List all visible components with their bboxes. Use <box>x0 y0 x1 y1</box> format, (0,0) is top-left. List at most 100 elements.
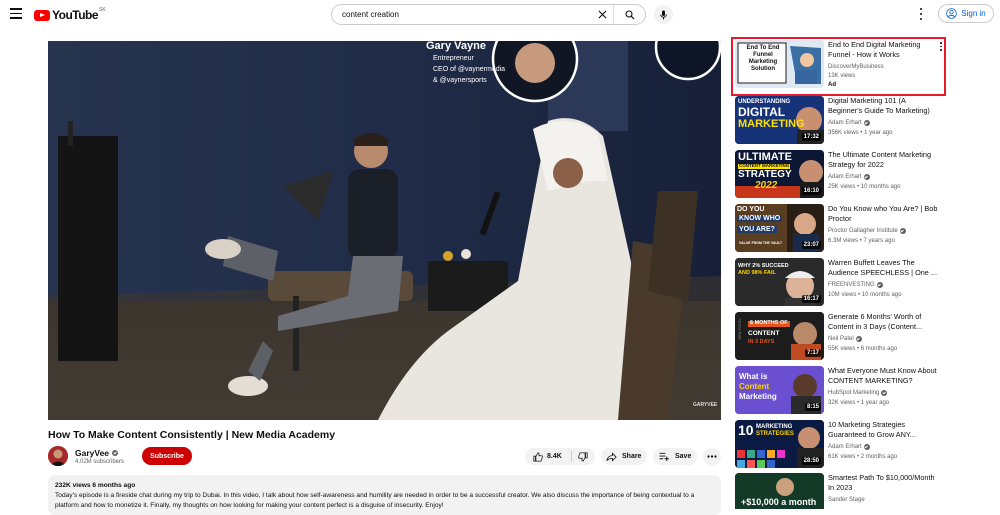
recommendation-channel-label: HubSpot Marketing <box>828 390 880 396</box>
recommendation-meta: 25K views • 10 months ago <box>828 184 901 190</box>
recommendation-thumbnail[interactable]: 10 MARKETING STRATEGIES 28:50 <box>735 420 824 468</box>
recommendation-meta: 356K views • 1 year ago <box>828 130 893 136</box>
subscriber-count: 4.02M subscribers <box>75 459 125 465</box>
recommendation-thumbnail[interactable]: What is Content Marketing 8:15 <box>735 366 824 414</box>
verified-icon <box>112 450 119 456</box>
thumbnail-text: CONTENT <box>748 330 780 337</box>
video-overlay-role-2: CEO of @vaynermedia <box>433 66 506 73</box>
video-overlay-role-1: Entrepreneur <box>433 55 474 62</box>
recommendation-title[interactable]: Smartest Path To $10,000/Month In 2023 <box>828 473 941 493</box>
channel-name-label: GaryVee <box>75 448 110 458</box>
guide-menu-icon[interactable] <box>10 8 22 20</box>
recommendation-title[interactable]: Digital Marketing 101 (A Beginner's Guid… <box>828 96 941 116</box>
recommendation-channel-label: Adam Erhart <box>828 444 862 450</box>
ad-thumbnail[interactable]: End To End Funnel Marketing Solution <box>735 40 824 88</box>
view-count-date: 232K views 6 months ago <box>55 482 136 489</box>
thumbnail-text: 2022 <box>755 180 778 191</box>
dislike-button[interactable] <box>572 451 594 462</box>
thumbnail-text: ULTIMATE <box>738 151 792 163</box>
ad-item: End To End Funnel Marketing Solution End… <box>735 40 945 88</box>
video-duration: 16:10 <box>801 187 821 195</box>
thumbs-down-icon <box>578 451 588 462</box>
verified-icon <box>863 120 870 126</box>
account-icon <box>946 8 958 19</box>
like-dislike-group: 8.4K <box>525 448 595 465</box>
share-icon <box>606 451 617 462</box>
search-input[interactable]: content creation <box>332 10 595 19</box>
thumbnail-text: +$10,000 a month <box>741 497 817 507</box>
verified-icon <box>899 228 906 234</box>
logo-text: YouTube <box>52 8 99 22</box>
channel-name[interactable]: GaryVee <box>75 448 119 458</box>
thumbnail-text: MARKETING <box>738 118 805 130</box>
recommendation-title[interactable]: Do You Know who You Are? | Bob Proctor <box>828 204 941 224</box>
description-text: Today's episode is a fireside chat durin… <box>55 491 695 509</box>
ad-title[interactable]: End to End Digital Marketing Funnel - Ho… <box>828 40 941 60</box>
recommendation-thumbnail[interactable]: WHY 2% SUCCEED AND 98% FAIL 16:17 <box>735 258 824 306</box>
subscribe-button[interactable]: Subscribe <box>142 447 192 465</box>
thumbnail-text: STRATEGY <box>738 169 792 180</box>
recommendation-title[interactable]: Generate 6 Months' Worth of Content in 3… <box>828 312 941 332</box>
recommendation-thumbnail[interactable]: UNDERSTANDING DIGITAL MARKETING 17:32 <box>735 96 824 144</box>
recommendation-channel-label: FREENVESTING <box>828 282 875 288</box>
recommendation-item: +$10,000 a month Smartest Path To $10,00… <box>735 473 945 509</box>
thumbnail-text: WHY 2% SUCCEED <box>738 263 789 269</box>
recommendation-title[interactable]: 10 Marketing Strategies Guaranteed to Gr… <box>828 420 941 440</box>
sign-in-button[interactable]: Sign in <box>938 4 994 23</box>
recommendation-channel[interactable]: Adam Erhart <box>828 120 870 126</box>
recommendation-channel[interactable]: Sander Stage <box>828 497 865 503</box>
settings-menu-icon[interactable] <box>917 8 925 20</box>
recommendation-channel[interactable]: Adam Erhart <box>828 444 870 450</box>
thumbnail-text: VALUE FROM THE VAULT <box>739 241 782 245</box>
video-watermark: GARYVEE <box>693 402 718 408</box>
verified-icon <box>876 282 883 288</box>
clear-search-icon[interactable] <box>595 8 609 22</box>
video-player[interactable]: Gary Vayne Entrepreneur CEO of @vaynerme… <box>48 41 721 420</box>
recommendation-thumbnail[interactable]: NEILPATEL 6 MONTHS OF CONTENT IN 3 DAYS … <box>735 312 824 360</box>
voice-search-button[interactable] <box>654 5 673 24</box>
thumbnail-text: 10 <box>738 422 754 438</box>
thumbnail-text: CONTENT MARKETING <box>738 163 791 169</box>
video-duration: 17:32 <box>801 133 821 141</box>
thumbnail-text: 6 MONTHS OF <box>748 320 790 327</box>
thumbnail-text: What is <box>739 372 768 381</box>
video-title: How To Make Content Consistently | New M… <box>48 429 336 441</box>
recommendation-meta: 61K views • 2 months ago <box>828 454 898 460</box>
video-overlay-name: Gary Vayne <box>426 41 486 52</box>
thumbnail-text: IN 3 DAYS <box>748 339 775 345</box>
recommendation-meta: 10M views • 10 months ago <box>828 292 902 298</box>
sign-in-label: Sign in <box>961 9 986 18</box>
youtube-logo[interactable]: YouTube SK <box>34 7 106 22</box>
ad-menu-icon[interactable] <box>939 42 943 51</box>
recommendation-thumbnail[interactable]: ULTIMATE CONTENT MARKETING STRATEGY 2022… <box>735 150 824 198</box>
description-box[interactable]: 232K views 6 months ago Today's episode … <box>48 475 721 515</box>
ad-channel[interactable]: DiscoverMyBusiness <box>828 64 884 70</box>
thumbnail-text: Marketing <box>739 392 777 401</box>
video-duration: 8:15 <box>804 403 821 411</box>
more-actions-button[interactable] <box>703 448 721 465</box>
recommendation-channel[interactable]: Neil Patel <box>828 336 862 342</box>
like-button[interactable]: 8.4K <box>525 451 572 462</box>
recommendation-channel[interactable]: Proctor Gallagher Institute <box>828 228 906 234</box>
recommendation-item: ULTIMATE CONTENT MARKETING STRATEGY 2022… <box>735 150 945 198</box>
recommendation-channel-label: Adam Erhart <box>828 120 862 126</box>
microphone-icon <box>660 10 667 19</box>
save-button[interactable]: Save <box>653 448 697 465</box>
recommendation-meta: 32K views • 1 year ago <box>828 400 890 406</box>
recommendation-title[interactable]: What Everyone Must Know About CONTENT MA… <box>828 366 941 386</box>
recommendation-channel[interactable]: Adam Erhart <box>828 174 870 180</box>
recommendation-item: What is Content Marketing 8:15 What Ever… <box>735 366 945 414</box>
search-box: content creation <box>331 4 646 25</box>
share-button[interactable]: Share <box>601 448 647 465</box>
recommendation-channel-label: Neil Patel <box>828 336 854 342</box>
recommendation-channel[interactable]: FREENVESTING <box>828 282 883 288</box>
recommendation-title[interactable]: Warren Buffett Leaves The Audience SPEEC… <box>828 258 941 278</box>
recommendation-thumbnail[interactable]: +$10,000 a month <box>735 473 824 509</box>
ad-badge: Ad <box>828 82 836 88</box>
search-button[interactable] <box>613 5 645 24</box>
recommendation-thumbnail[interactable]: DO YOU KNOW WHO YOU ARE? VALUE FROM THE … <box>735 204 824 252</box>
masthead: YouTube SK content creation Sign in <box>0 0 1000 30</box>
channel-avatar[interactable] <box>48 446 68 466</box>
recommendation-channel[interactable]: HubSpot Marketing <box>828 390 888 396</box>
recommendation-title[interactable]: The Ultimate Content Marketing Strategy … <box>828 150 941 170</box>
